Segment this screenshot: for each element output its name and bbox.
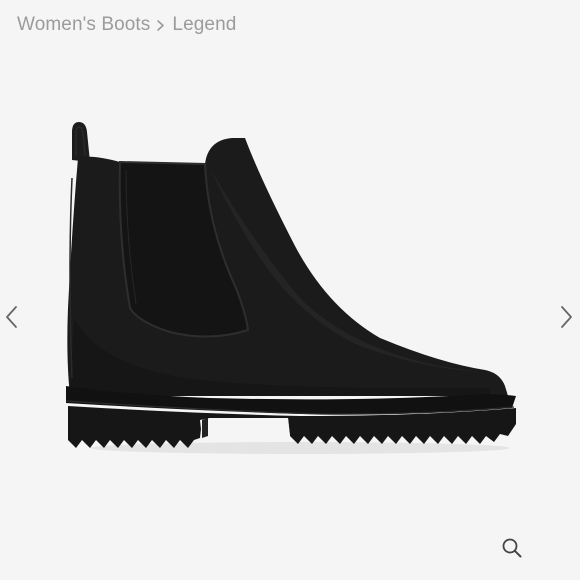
- chevron-left-icon: [6, 306, 17, 328]
- magnifier-icon: [502, 538, 522, 558]
- breadcrumb-link-legend[interactable]: Legend: [172, 14, 236, 36]
- gallery-next-button[interactable]: [558, 304, 574, 330]
- breadcrumb: Women's Boots Legend: [17, 14, 236, 36]
- zoom-button[interactable]: [500, 536, 524, 560]
- breadcrumb-link-womens-boots[interactable]: Women's Boots: [17, 14, 150, 36]
- gallery-prev-button[interactable]: [4, 304, 20, 330]
- chevron-right-separator-icon: [154, 15, 168, 35]
- chevron-right-icon: [561, 306, 572, 328]
- product-gallery-page: Women's Boots Legend: [0, 0, 580, 580]
- product-image-chelsea-boot: [65, 122, 516, 454]
